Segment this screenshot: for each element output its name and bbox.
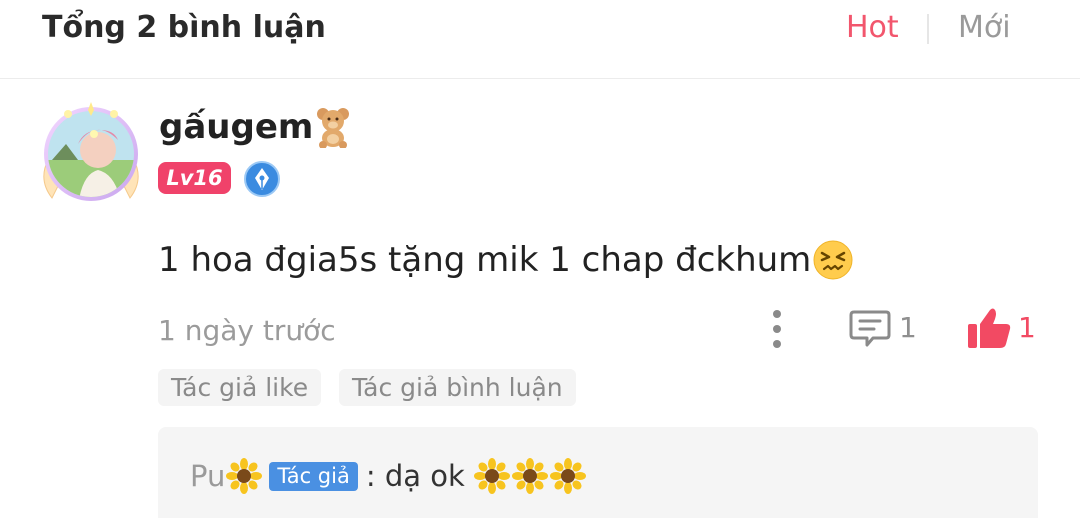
username[interactable]: gấugem [159, 107, 313, 147]
confounded-face-icon [812, 239, 854, 281]
author-commented-tag: Tác giả bình luận [339, 369, 576, 406]
reply-username[interactable]: Pu [190, 456, 225, 496]
sunflower-icon [511, 458, 548, 494]
reply-line: Pu Tác giả : dạ ok [190, 455, 587, 497]
author-badge: Tác giả [269, 461, 358, 491]
comment-timestamp: 1 ngày trước [158, 314, 336, 347]
level-badge: Lv16 [158, 162, 231, 194]
teddy-bear-icon [315, 106, 351, 149]
total-comments-title: Tổng 2 bình luận [42, 10, 326, 45]
more-options-button[interactable] [766, 308, 788, 350]
reply-preview[interactable]: Pu Tác giả : dạ ok [158, 427, 1038, 518]
author-liked-tag: Tác giả like [158, 369, 322, 406]
more-vertical-icon [773, 310, 781, 348]
comment-text: 1 hoa đgia5s tặng mik 1 chap đckhum [158, 236, 854, 284]
sunflower-icon [473, 458, 510, 494]
sunflower-icon [549, 458, 586, 494]
avatar[interactable] [38, 100, 144, 206]
avatar-image [43, 102, 139, 201]
comment-bubble-icon [849, 310, 891, 347]
sort-divider [927, 14, 929, 44]
like-button[interactable]: 1 [966, 304, 1036, 352]
username-row: gấugem [159, 104, 351, 150]
reply-button[interactable]: 1 [849, 306, 917, 350]
sunflower-icon [226, 458, 263, 494]
sort-new-tab[interactable]: Mới [958, 10, 1011, 46]
thumbs-up-icon [968, 308, 1011, 348]
reply-text: : dạ ok [365, 459, 465, 493]
reply-count: 1 [899, 311, 917, 344]
sort-hot-tab[interactable]: Hot [846, 10, 899, 46]
pen-badge-icon [244, 161, 280, 197]
like-count: 1 [1018, 311, 1036, 344]
comment-body: 1 hoa đgia5s tặng mik 1 chap đckhum [158, 240, 812, 280]
comments-header: Tổng 2 bình luận Hot Mới [0, 0, 1080, 79]
